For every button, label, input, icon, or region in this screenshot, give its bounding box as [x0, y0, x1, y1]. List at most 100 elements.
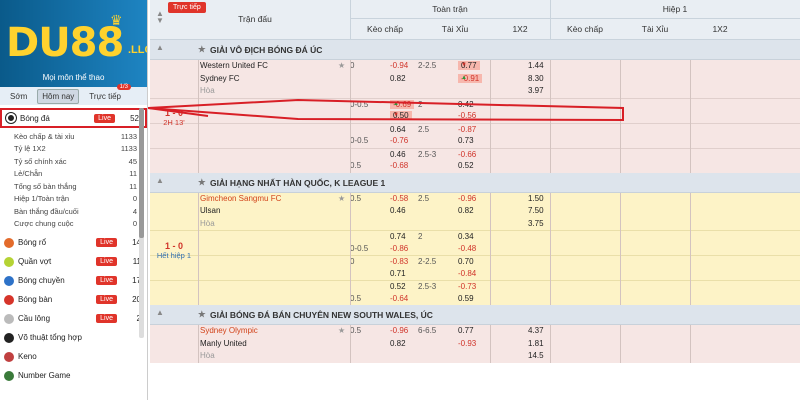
scrollbar-thumb[interactable]	[139, 108, 144, 238]
handicap-odds[interactable]: 0.46	[390, 150, 406, 159]
away-team[interactable]: Ulsan	[200, 206, 220, 215]
odds-value: -0.84	[458, 268, 477, 278]
one-x-two-odds[interactable]: 7.50	[528, 206, 544, 215]
league-header[interactable]: ▲ ★ GIẢI BÓNG ĐÁ BÁN CHUYÊN NEW SOUTH WALE…	[150, 305, 800, 325]
match-score-block: 1 - 0 2H 13'	[150, 108, 198, 127]
over-under-odds[interactable]: -0.84	[458, 269, 476, 278]
home-team[interactable]: Western United FC	[200, 61, 268, 70]
sidebar-item-football[interactable]: Bóng đá Live 52	[0, 108, 147, 128]
over-under-odds[interactable]: ▼ 0.77	[458, 61, 480, 70]
handicap-odds[interactable]: ▲ -0.69	[390, 99, 415, 109]
over-under-odds[interactable]: ▲ -0.91	[458, 73, 483, 83]
over-under-odds[interactable]: -0.73	[458, 282, 476, 291]
submenu-item[interactable]: Lẻ/Chẵn 11	[0, 168, 147, 181]
period-tab[interactable]: Sớm	[6, 90, 31, 103]
submenu-item[interactable]: Bàn thắng đầu/cuối 4	[0, 205, 147, 218]
over-under-odds[interactable]: 0.73	[458, 136, 474, 145]
total-line: 6-6.5	[418, 326, 437, 335]
submenu-item[interactable]: Tổng số bàn thắng 11	[0, 180, 147, 193]
star-icon[interactable]: ★	[198, 44, 206, 55]
league-header[interactable]: ▲ ★ GIẢI HẠNG NHẤT HÀN QUỐC, K LEAGUE 1	[150, 172, 800, 193]
odds-row: 0-0.5 ▲ -0.69 2 0.42	[150, 97, 800, 111]
handicap-odds[interactable]: -0.68	[390, 161, 408, 170]
submenu-item[interactable]: Tỷ lệ 1X2 1133	[0, 143, 147, 156]
one-x-two-odds[interactable]: 3.97	[528, 86, 544, 95]
one-x-two-odds[interactable]: 4.37	[528, 326, 544, 335]
submenu-item[interactable]: Hiệp 1/Toàn trận 0	[0, 193, 147, 206]
sidebar-item-sport[interactable]: Number Game	[0, 366, 147, 385]
chevron-up-icon[interactable]: ▲	[156, 308, 164, 317]
odds-up-icon: ▲	[393, 100, 399, 107]
handicap-odds[interactable]: -0.94	[390, 61, 408, 70]
over-under-odds[interactable]: 0.82	[458, 206, 474, 215]
submenu-item[interactable]: Cược chung cuộc 0	[0, 218, 147, 231]
handicap-odds[interactable]: -0.83	[390, 257, 408, 266]
handicap-odds[interactable]: 0.46	[390, 206, 406, 215]
away-team[interactable]: Manly United	[200, 339, 247, 348]
chevron-up-icon[interactable]: ▲	[156, 176, 164, 185]
chevron-up-icon[interactable]: ▲	[156, 43, 164, 52]
handicap-odds[interactable]: -0.86	[390, 244, 408, 253]
over-under-odds[interactable]: -0.66	[458, 150, 476, 159]
sidebar-scrollbar[interactable]	[139, 108, 144, 338]
over-under-odds[interactable]: 0.59	[458, 294, 474, 303]
sidebar-item-sport[interactable]: Võ thuật tổng hợp	[0, 328, 147, 347]
home-team[interactable]: Sydney Olympic	[200, 326, 258, 335]
over-under-odds[interactable]: -0.93	[458, 339, 476, 348]
sidebar-item-sport[interactable]: Bóng bàn Live 20	[0, 290, 147, 309]
handicap-odds[interactable]: -0.96	[390, 326, 408, 335]
league-header[interactable]: ▲ ★ GIẢI VÔ ĐỊCH BÓNG ĐÁ ÚC	[150, 40, 800, 60]
over-under-odds[interactable]: -0.48	[458, 244, 476, 253]
sidebar-item-sport[interactable]: Quần vợt Live 11	[0, 252, 147, 271]
handicap-odds[interactable]: 0.82	[390, 339, 406, 348]
submenu-item[interactable]: Tỷ số chính xác 45	[0, 155, 147, 168]
star-icon[interactable]: ★	[198, 177, 206, 188]
over-under-odds[interactable]: 0.52	[458, 161, 474, 170]
submenu-label: Tỷ số chính xác	[14, 156, 67, 166]
over-under-odds[interactable]: 0.42	[458, 100, 474, 109]
handicap-odds[interactable]: 0.71	[390, 269, 406, 278]
brand-logo[interactable]: ♛ DU88 .LLC	[0, 0, 147, 70]
one-x-two-odds[interactable]: 1.81	[528, 339, 544, 348]
over-under-odds[interactable]: -0.56	[458, 111, 476, 120]
handicap-odds[interactable]: ▼ 0.50	[390, 111, 412, 120]
over-under-odds[interactable]: 0.77	[458, 326, 474, 335]
one-x-two-odds[interactable]: 8.30	[528, 74, 544, 83]
favorite-star-icon[interactable]: ★	[338, 194, 345, 203]
one-x-two-odds[interactable]: 3.75	[528, 219, 544, 228]
over-under-odds[interactable]: -0.96	[458, 194, 476, 203]
sidebar-item-sport[interactable]: Bóng rổ Live 14	[0, 233, 147, 252]
live-filter-button[interactable]: Trực tiếp	[168, 2, 206, 13]
header-first-half: Hiệp 1	[662, 4, 688, 14]
one-x-two-odds[interactable]: 14.5	[528, 351, 544, 360]
sidebar-item-sport[interactable]: Keno	[0, 347, 147, 366]
odds-value: 0.77	[458, 326, 474, 335]
period-tab[interactable]: Hôm nay	[37, 88, 80, 104]
favorite-star-icon[interactable]: ★	[338, 326, 345, 335]
home-team[interactable]: Gimcheon Sangmu FC	[200, 194, 281, 203]
handicap-odds[interactable]: 0.82	[390, 74, 406, 83]
handicap-odds[interactable]: 0.52	[390, 282, 406, 291]
handicap-odds[interactable]: 0.64	[390, 125, 406, 134]
handicap-odds[interactable]: -0.64	[390, 294, 408, 303]
one-x-two-odds[interactable]: 1.50	[528, 194, 544, 203]
football-submenu: Kèo chấp & tài xỉu 1133 Tỷ lệ 1X2 1133 Tỷ số…	[0, 130, 147, 233]
one-x-two-odds[interactable]: 1.44	[528, 61, 544, 70]
period-tab[interactable]: Trực tiếp 1/3	[85, 83, 131, 103]
star-icon[interactable]: ★	[198, 309, 206, 320]
handicap-odds[interactable]: -0.76	[390, 136, 408, 145]
sidebar-item-sport[interactable]: Cầu lôngLive2	[0, 309, 147, 328]
favorite-star-icon[interactable]: ★	[338, 61, 345, 70]
over-under-odds[interactable]: 0.70	[458, 257, 474, 266]
handicap-odds[interactable]: -0.58	[390, 194, 408, 203]
sidebar-item-sport[interactable]: Bóng chuyền Live 17	[0, 271, 147, 290]
away-team[interactable]: Sydney FC	[200, 74, 240, 83]
handicap-odds[interactable]: 0.74	[390, 232, 406, 241]
over-under-odds[interactable]: 0.34	[458, 232, 474, 241]
submenu-label: Bàn thắng đầu/cuối	[14, 206, 79, 216]
submenu-item[interactable]: Kèo chấp & tài xỉu 1133	[0, 130, 147, 143]
over-under-odds[interactable]: -0.87	[458, 125, 476, 134]
sort-arrows-icon[interactable]: ▲ ▼	[156, 10, 164, 25]
header-match: Trận đấu	[238, 14, 272, 24]
sport-label: Number Game	[18, 371, 71, 380]
